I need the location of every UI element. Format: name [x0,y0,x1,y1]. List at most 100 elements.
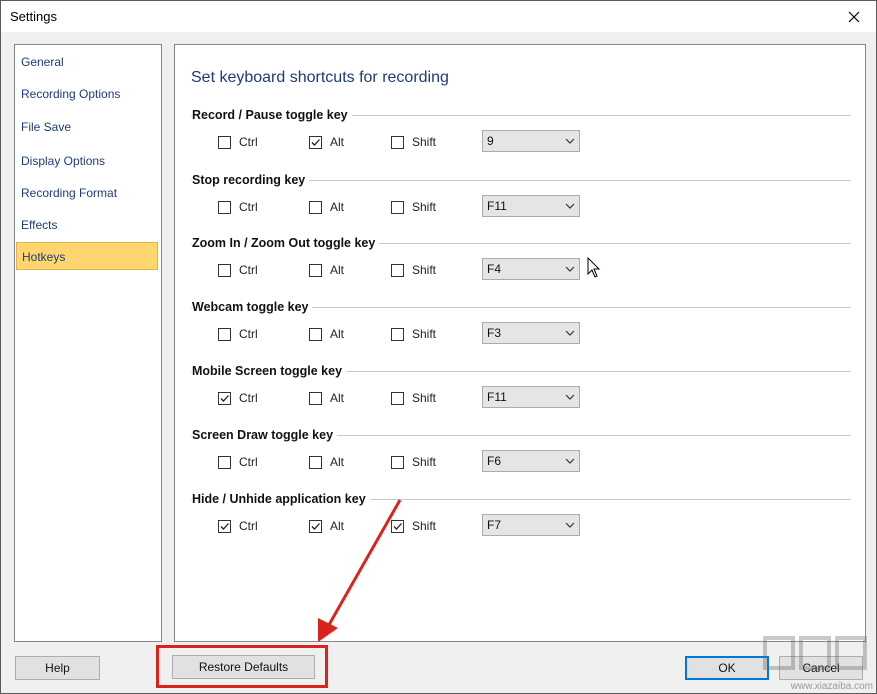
checkbox-box[interactable] [218,391,231,405]
checkbox-box[interactable] [309,135,322,149]
help-button[interactable]: Help [15,656,100,680]
title-bar: Settings [1,1,876,32]
checkbox-box[interactable] [391,519,404,533]
shift-label: Shift [412,391,437,405]
checkbox-box[interactable] [309,519,322,533]
key-dropdown[interactable]: F3 [482,322,580,344]
key-dropdown[interactable]: F6 [482,450,580,472]
checkbox-box[interactable] [391,391,404,405]
checkbox-box[interactable] [218,519,231,533]
shift-checkbox[interactable]: Shift [391,327,436,341]
sidebar-item-recording-options[interactable]: Recording Options [16,80,158,108]
checkbox-box[interactable] [309,263,322,277]
hotkeys-panel: Set keyboard shortcuts for recording Rec… [174,44,866,642]
mouse-cursor-icon [587,257,601,278]
checkbox-box[interactable] [218,455,231,469]
checkbox-box[interactable] [309,200,322,214]
close-button[interactable] [832,1,876,32]
alt-checkbox[interactable]: Alt [309,455,344,469]
key-dropdown-value: 9 [487,134,494,148]
checkbox-box[interactable] [309,327,322,341]
hotkey-label: Stop recording key [192,173,310,188]
ctrl-label: Ctrl [239,200,258,214]
page-title: Set keyboard shortcuts for recording [191,69,449,86]
hotkey-group: Stop recording key Ctrl Alt Shift F11 [191,173,851,233]
hotkey-group: Hide / Unhide application key Ctrl Alt Shif… [191,492,851,552]
checkbox-box[interactable] [391,263,404,277]
hotkey-group: Mobile Screen toggle key Ctrl Alt Shift F11 [191,364,851,424]
shift-checkbox[interactable]: Shift [391,200,436,214]
shift-label: Shift [412,263,437,277]
sidebar-item-hotkeys[interactable]: Hotkeys [16,242,158,270]
key-dropdown-value: F6 [487,454,502,468]
chevron-down-icon [565,458,575,464]
ctrl-checkbox[interactable]: Ctrl [218,200,258,214]
alt-checkbox[interactable]: Alt [309,519,344,533]
sidebar-item-recording-format[interactable]: Recording Format [16,179,158,207]
key-dropdown[interactable]: F7 [482,514,580,536]
shift-label: Shift [412,135,437,149]
chevron-down-icon [565,138,575,144]
alt-label: Alt [330,327,345,341]
hotkey-group: Webcam toggle key Ctrl Alt Shift F3 [191,300,851,360]
shift-label: Shift [412,327,437,341]
checkbox-box[interactable] [218,135,231,149]
hotkey-label: Record / Pause toggle key [192,108,352,123]
shift-checkbox[interactable]: Shift [391,455,436,469]
checkbox-box[interactable] [391,455,404,469]
close-icon [848,11,860,22]
key-dropdown[interactable]: F4 [482,258,580,280]
key-dropdown-value: F4 [487,262,502,276]
alt-checkbox[interactable]: Alt [309,391,344,405]
checkbox-box[interactable] [309,391,322,405]
ctrl-label: Ctrl [239,135,258,149]
key-dropdown[interactable]: F11 [482,386,580,408]
sidebar-item-effects[interactable]: Effects [16,211,158,239]
chevron-down-icon [565,394,575,400]
checkbox-box[interactable] [391,327,404,341]
hotkey-group: Screen Draw toggle key Ctrl Alt Shift F6 [191,428,851,488]
watermark-text: www.xiazaiba.com [790,681,873,692]
ctrl-checkbox[interactable]: Ctrl [218,135,258,149]
alt-label: Alt [330,200,345,214]
checkbox-box[interactable] [218,200,231,214]
alt-checkbox[interactable]: Alt [309,263,344,277]
ctrl-checkbox[interactable]: Ctrl [218,455,258,469]
checkbox-box[interactable] [218,263,231,277]
checkbox-box[interactable] [309,455,322,469]
ctrl-label: Ctrl [239,455,258,469]
chevron-down-icon [565,522,575,528]
checkbox-box[interactable] [218,327,231,341]
hotkey-label: Mobile Screen toggle key [192,364,347,379]
shift-label: Shift [412,519,437,533]
ctrl-checkbox[interactable]: Ctrl [218,327,258,341]
key-dropdown[interactable]: F11 [482,195,580,217]
shift-checkbox[interactable]: Shift [391,519,436,533]
chevron-down-icon [565,330,575,336]
checkbox-box[interactable] [391,135,404,149]
checkbox-box[interactable] [391,200,404,214]
sidebar-item-general[interactable]: General [16,48,158,76]
alt-checkbox[interactable]: Alt [309,200,344,214]
key-dropdown[interactable]: 9 [482,130,580,152]
alt-checkbox[interactable]: Alt [309,135,344,149]
sidebar-item-display-options[interactable]: Display Options [16,147,158,175]
ctrl-checkbox[interactable]: Ctrl [218,519,258,533]
ctrl-checkbox[interactable]: Ctrl [218,263,258,277]
sidebar-item-file-save[interactable]: File Save [16,113,158,141]
watermark-logo-icon [763,636,867,670]
alt-label: Alt [330,391,345,405]
chevron-down-icon [565,203,575,209]
ctrl-checkbox[interactable]: Ctrl [218,391,258,405]
hotkey-group: Zoom In / Zoom Out toggle key Ctrl Alt Shif… [191,236,851,296]
shift-checkbox[interactable]: Shift [391,263,436,277]
key-dropdown-value: F3 [487,326,502,340]
hotkey-label: Hide / Unhide application key [192,492,370,507]
alt-checkbox[interactable]: Alt [309,327,344,341]
shift-checkbox[interactable]: Shift [391,135,436,149]
ctrl-label: Ctrl [239,519,258,533]
key-dropdown-value: F11 [487,390,507,404]
window-title: Settings [10,9,57,24]
ok-button[interactable]: OK [685,656,769,680]
shift-checkbox[interactable]: Shift [391,391,436,405]
